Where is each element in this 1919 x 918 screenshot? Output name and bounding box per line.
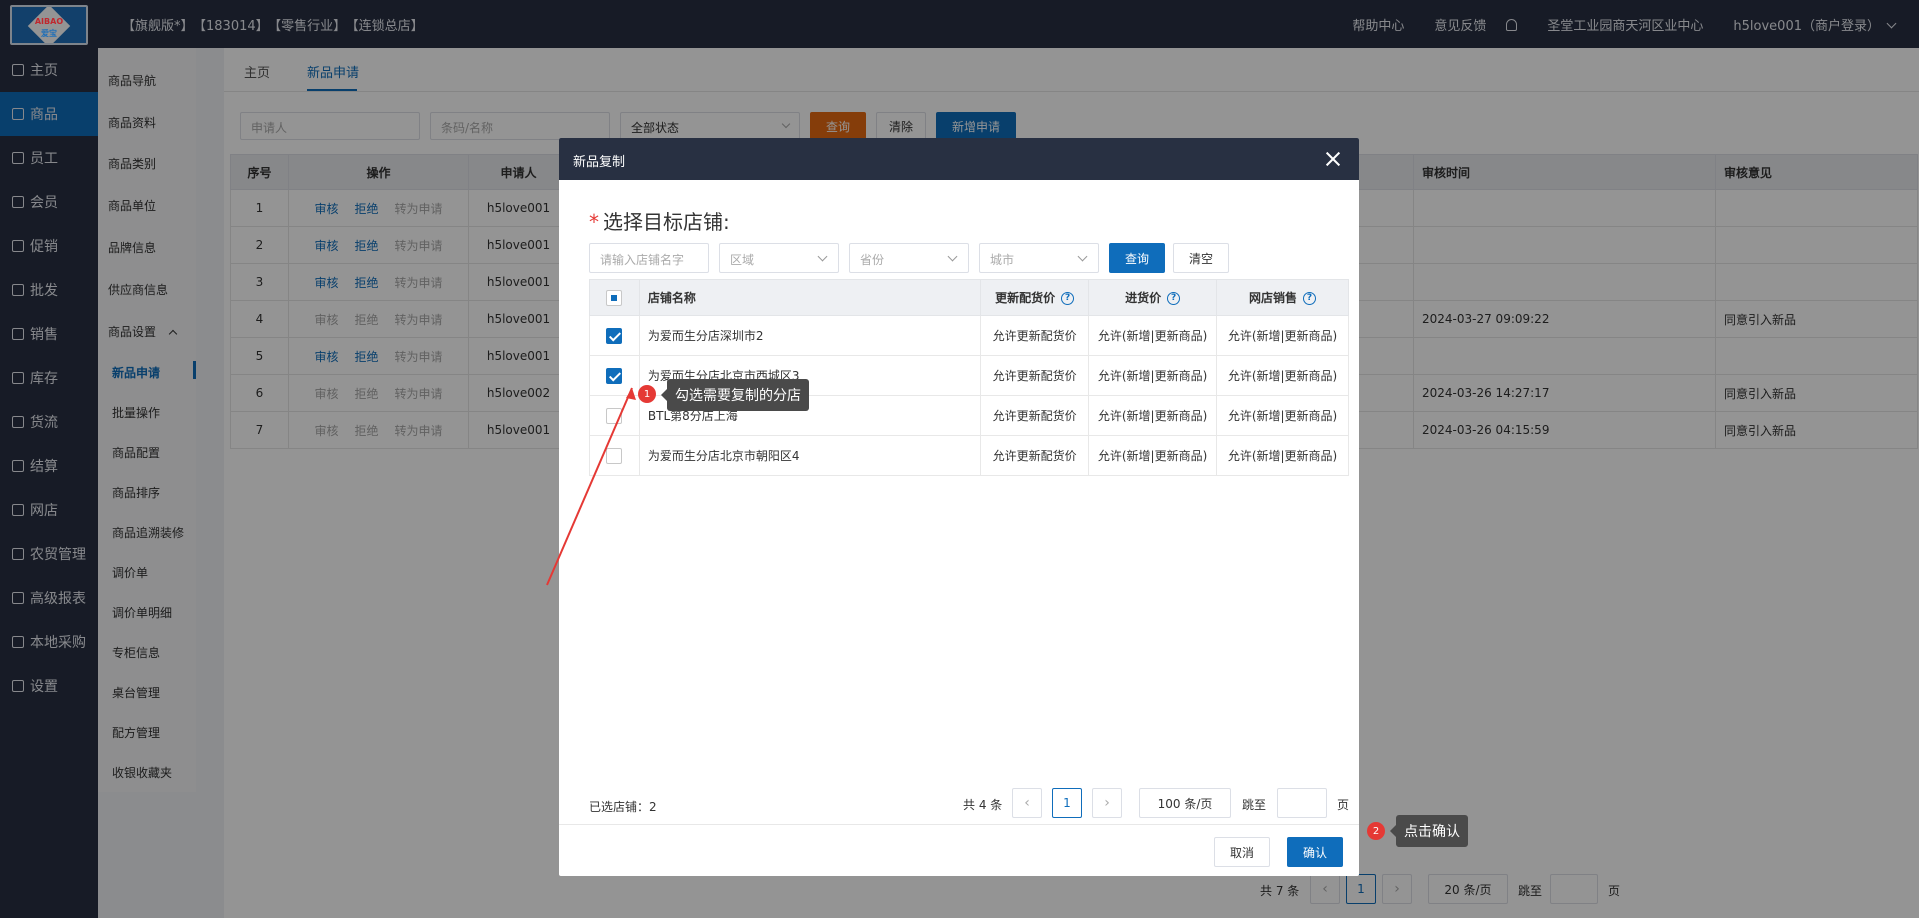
annotation-tip-1: 勾选需要复制的分店 <box>661 379 809 411</box>
annotation-badge-2: 2 <box>1367 822 1385 840</box>
annotation-arrow-line <box>546 387 633 586</box>
annotation-arrow-head <box>626 388 636 400</box>
annotation-badge-1: 1 <box>638 385 656 403</box>
logo-text-cn: 爱宝 <box>41 29 57 38</box>
annotation-tip-2: 点击确认 <box>1390 815 1468 847</box>
logo-text-en: AIBAO <box>34 17 64 26</box>
annotation-arrow <box>546 387 636 586</box>
